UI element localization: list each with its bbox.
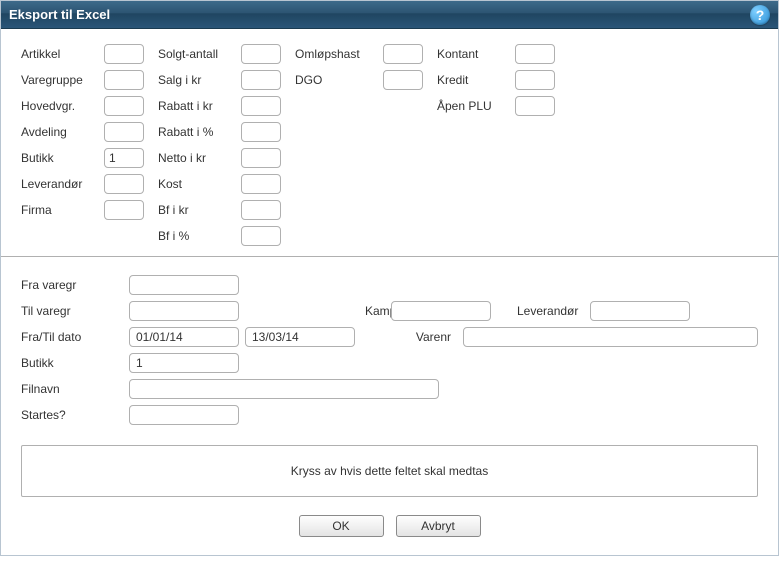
label-dgo: DGO bbox=[295, 70, 375, 90]
input-nettoikr[interactable] bbox=[241, 148, 281, 168]
cancel-button[interactable]: Avbryt bbox=[396, 515, 481, 537]
input-bfikr[interactable] bbox=[241, 200, 281, 220]
label-butikk-lower: Butikk bbox=[21, 356, 121, 370]
label-nettoikr: Netto i kr bbox=[158, 148, 233, 168]
button-row: OK Avbryt bbox=[21, 515, 758, 537]
titlebar: Eksport til Excel ? bbox=[1, 1, 778, 29]
label-apenplu: Åpen PLU bbox=[437, 96, 507, 116]
label-startes: Startes? bbox=[21, 408, 121, 422]
input-butikk-lower[interactable] bbox=[129, 353, 239, 373]
label-salgikr: Salg i kr bbox=[158, 70, 233, 90]
label-rabattikr: Rabatt i kr bbox=[158, 96, 233, 116]
label-firma: Firma bbox=[21, 200, 96, 220]
ok-button[interactable]: OK bbox=[299, 515, 384, 537]
label-leverandor-upper: Leverandør bbox=[21, 174, 96, 194]
note-text: Kryss av hvis dette feltet skal medtas bbox=[291, 464, 488, 478]
lower-section: Fra varegr Til varegr Kampanje Leverandø… bbox=[21, 275, 758, 425]
help-icon[interactable]: ? bbox=[750, 5, 770, 25]
export-dialog: Eksport til Excel ? Artikkel Varegruppe … bbox=[0, 0, 779, 556]
input-salgikr[interactable] bbox=[241, 70, 281, 90]
input-tilvaregr[interactable] bbox=[129, 301, 239, 321]
note-box: Kryss av hvis dette feltet skal medtas bbox=[21, 445, 758, 497]
input-tildato[interactable] bbox=[245, 327, 355, 347]
input-fravaregr[interactable] bbox=[129, 275, 239, 295]
input-varegruppe[interactable] bbox=[104, 70, 144, 90]
input-firma[interactable] bbox=[104, 200, 144, 220]
label-filnavn: Filnavn bbox=[21, 382, 121, 396]
label-omlopshast: Omløpshast bbox=[295, 44, 375, 64]
input-omlopshast[interactable] bbox=[383, 44, 423, 64]
input-butikk-upper[interactable] bbox=[104, 148, 144, 168]
label-fratildato: Fra/Til dato bbox=[21, 330, 121, 344]
label-bfipct: Bf i % bbox=[158, 226, 233, 246]
label-avdeling: Avdeling bbox=[21, 122, 96, 142]
label-solgtantall: Solgt-antall bbox=[158, 44, 233, 64]
divider bbox=[1, 256, 778, 257]
label-rabattipct: Rabatt i % bbox=[158, 122, 233, 142]
input-startes[interactable] bbox=[129, 405, 239, 425]
label-hovedvgr: Hovedvgr. bbox=[21, 96, 96, 116]
input-filnavn[interactable] bbox=[129, 379, 439, 399]
label-artikkel: Artikkel bbox=[21, 44, 96, 64]
input-dgo[interactable] bbox=[383, 70, 423, 90]
input-apenplu[interactable] bbox=[515, 96, 555, 116]
input-kredit[interactable] bbox=[515, 70, 555, 90]
column-2: Solgt-antall Salg i kr Rabatt i kr Rabat… bbox=[158, 44, 281, 246]
label-fravaregr: Fra varegr bbox=[21, 278, 121, 292]
column-4: Kontant Kredit Åpen PLU bbox=[437, 44, 555, 246]
input-kampanje[interactable] bbox=[391, 301, 491, 321]
input-bfipct[interactable] bbox=[241, 226, 281, 246]
label-kampanje: Kampanje bbox=[245, 304, 385, 318]
label-kost: Kost bbox=[158, 174, 233, 194]
label-bfikr: Bf i kr bbox=[158, 200, 233, 220]
input-rabattikr[interactable] bbox=[241, 96, 281, 116]
label-butikk-upper: Butikk bbox=[21, 148, 96, 168]
input-hovedvgr[interactable] bbox=[104, 96, 144, 116]
input-kontant[interactable] bbox=[515, 44, 555, 64]
input-varenr[interactable] bbox=[463, 327, 758, 347]
label-varenr: Varenr bbox=[361, 330, 457, 344]
input-avdeling[interactable] bbox=[104, 122, 144, 142]
window-title: Eksport til Excel bbox=[9, 7, 110, 22]
input-solgtantall[interactable] bbox=[241, 44, 281, 64]
input-leverandor-lower[interactable] bbox=[590, 301, 690, 321]
label-leverandor-lower: Leverandør bbox=[497, 304, 584, 318]
label-kontant: Kontant bbox=[437, 44, 507, 64]
label-tilvaregr: Til varegr bbox=[21, 304, 121, 318]
column-1: Artikkel Varegruppe Hovedvgr. Avdeling B… bbox=[21, 44, 144, 246]
column-3: Omløpshast DGO bbox=[295, 44, 423, 246]
input-kost[interactable] bbox=[241, 174, 281, 194]
input-artikkel[interactable] bbox=[104, 44, 144, 64]
label-varegruppe: Varegruppe bbox=[21, 70, 96, 90]
input-fradato[interactable] bbox=[129, 327, 239, 347]
input-rabattipct[interactable] bbox=[241, 122, 281, 142]
input-leverandor-upper[interactable] bbox=[104, 174, 144, 194]
label-kredit: Kredit bbox=[437, 70, 507, 90]
